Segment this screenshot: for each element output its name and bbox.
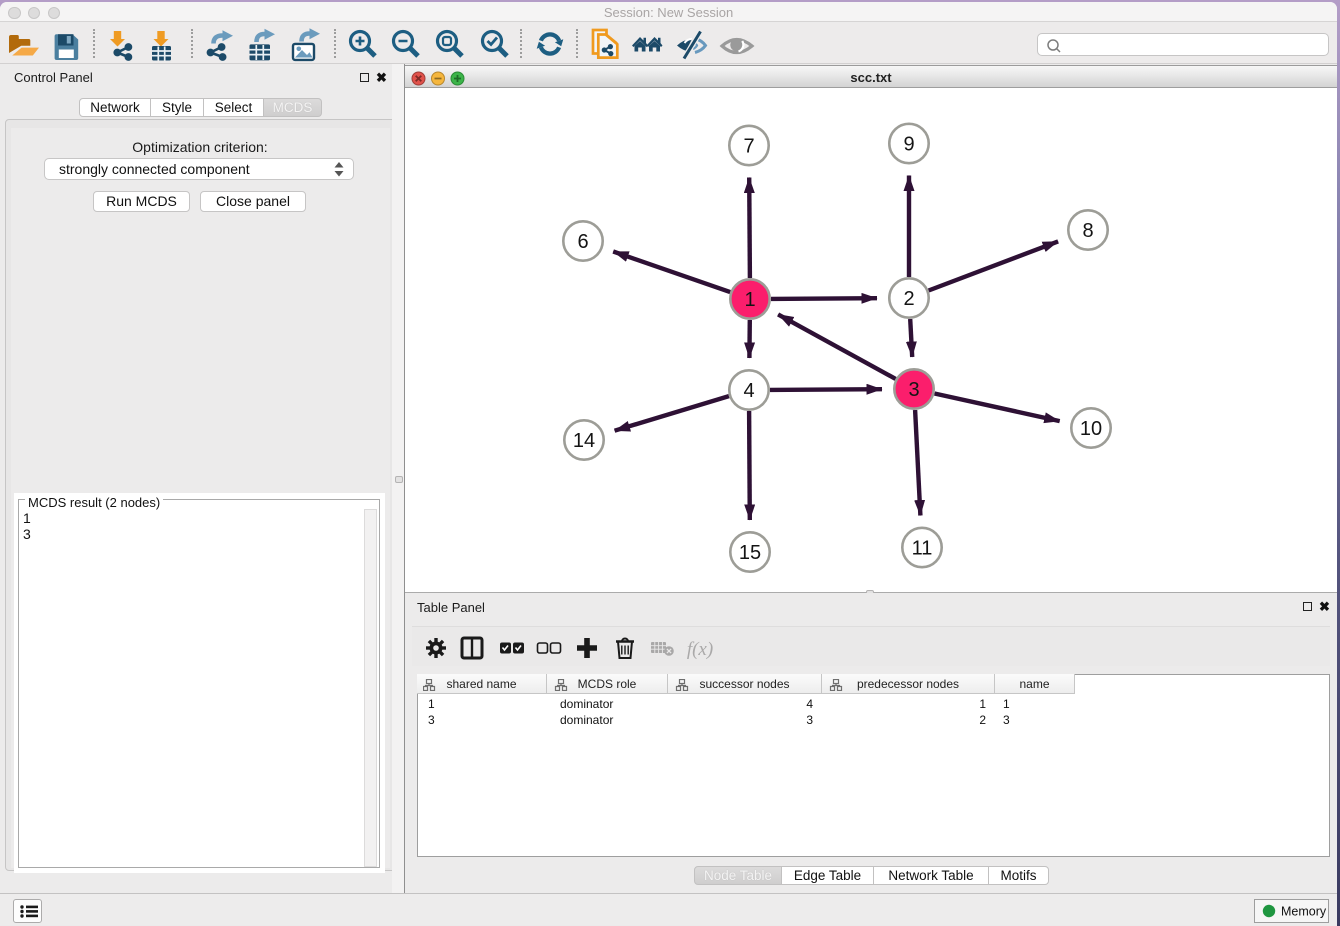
- svg-text:2: 2: [903, 288, 914, 310]
- svg-text:6: 6: [577, 231, 588, 253]
- svg-text:Memory: Memory: [1281, 905, 1327, 919]
- svg-text:11: 11: [912, 538, 933, 560]
- svg-text:14: 14: [573, 430, 595, 452]
- svg-text:10: 10: [1080, 418, 1102, 440]
- svg-text:f(x): f(x): [687, 639, 713, 660]
- svg-text:3: 3: [908, 379, 919, 401]
- svg-text:4: 4: [743, 380, 754, 402]
- svg-text:15: 15: [739, 542, 761, 564]
- svg-text:9: 9: [903, 134, 914, 156]
- svg-text:8: 8: [1082, 220, 1093, 242]
- svg-text:1: 1: [744, 289, 755, 311]
- svg-text:7: 7: [743, 136, 754, 158]
